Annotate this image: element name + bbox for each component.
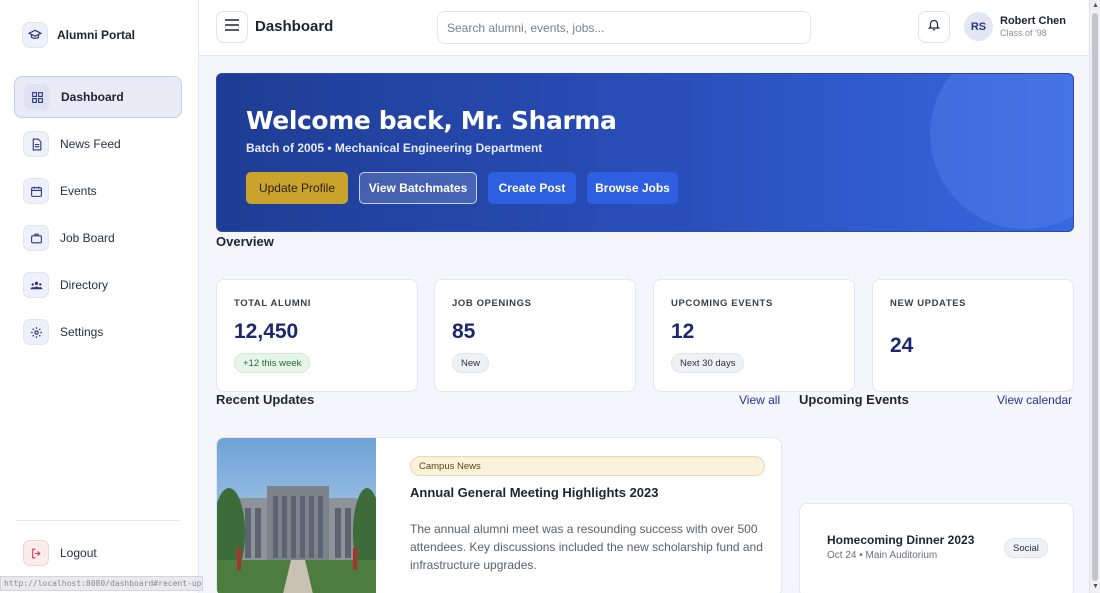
sidebar-item-events[interactable]: Events [14,170,182,212]
sidebar-item-directory[interactable]: Directory [14,264,182,306]
graduation-cap-icon [22,22,48,48]
scroll-down-icon[interactable]: ▼ [1092,583,1099,590]
stat-card-total-alumni[interactable]: TOTAL ALUMNI 12,450 +12 this week [216,279,418,392]
status-badge: Next 30 days [671,353,745,373]
update-body: The annual alumni meet was a resounding … [410,522,763,572]
scroll-thumb[interactable] [1092,13,1098,581]
scrollbar[interactable]: ▲ ▼ [1089,0,1100,593]
scroll-up-icon[interactable]: ▲ [1092,2,1099,9]
search-input[interactable] [437,11,811,44]
sidebar-divider [16,520,180,521]
sidebar: Alumni Portal Dashboard News Feed Events… [0,0,203,593]
sidebar-item-label: Dashboard [61,90,124,104]
stat-value: 12 [671,320,695,343]
menu-toggle-button[interactable] [216,11,248,43]
gear-icon [23,319,49,345]
category-tag: Campus News [410,456,765,476]
batch-subtitle: Batch of 2005 • Mechanical Engineering D… [246,141,543,155]
sidebar-nav: Dashboard News Feed Events Job Board Dir… [14,76,182,358]
event-type-badge: Social [1004,538,1048,558]
stat-card-new-updates[interactable]: NEW UPDATES 24 [872,279,1074,392]
logout-label: Logout [60,546,97,560]
page-title: Dashboard [255,18,334,35]
stat-label: JOB OPENINGS [452,298,532,309]
sidebar-item-label: Settings [60,325,104,339]
hamburger-icon [225,18,239,36]
sidebar-item-news-feed[interactable]: News Feed [14,123,182,165]
logout-icon [23,540,49,566]
sidebar-item-job-board[interactable]: Job Board [14,217,182,259]
top-header: Dashboard RS Robert Chen Class of '98 [199,0,1089,56]
sidebar-item-label: Events [60,184,97,198]
sidebar-item-label: Job Board [60,231,115,245]
update-profile-button[interactable]: Update Profile [246,172,348,204]
sidebar-item-label: Directory [60,278,109,292]
stat-card-job-openings[interactable]: JOB OPENINGS 85 New [434,279,636,392]
view-batchmates-button[interactable]: View Batchmates [359,172,477,204]
bell-icon [927,17,941,37]
calendar-icon [23,178,49,204]
welcome-banner: Welcome back, Mr. Sharma Batch of 2005 •… [216,73,1074,232]
view-all-link[interactable]: View all [739,393,780,407]
create-post-button[interactable]: Create Post [488,172,576,204]
stat-label: UPCOMING EVENTS [671,298,773,309]
stat-value: 85 [452,320,476,343]
sidebar-item-settings[interactable]: Settings [14,311,182,353]
sidebar-item-dashboard[interactable]: Dashboard [14,76,182,118]
brand[interactable]: Alumni Portal [22,22,135,48]
users-icon [23,272,49,298]
status-badge: +12 this week [234,353,311,373]
recent-updates-title: Recent Updates [216,392,315,407]
browse-jobs-button[interactable]: Browse Jobs [587,172,678,204]
banner-decoration [930,74,1073,229]
event-title: Homecoming Dinner 2023 [827,533,975,547]
user-name: Robert Chen [1000,15,1066,27]
avatar[interactable]: RS [964,12,993,41]
stat-label: NEW UPDATES [890,298,967,309]
document-icon [23,131,49,157]
update-title[interactable]: Annual General Meeting Highlights 2023 [410,485,659,500]
upcoming-events-title: Upcoming Events [799,392,909,407]
grid-icon [24,84,50,110]
sidebar-item-label: News Feed [60,137,121,151]
logout-button[interactable]: Logout [14,532,182,574]
view-calendar-link[interactable]: View calendar [997,393,1072,407]
update-card[interactable]: Campus News Annual General Meeting Highl… [216,437,782,593]
status-badge: New [452,353,490,373]
stat-card-upcoming-events[interactable]: UPCOMING EVENTS 12 Next 30 days [653,279,855,392]
stat-value: 24 [890,334,914,357]
event-meta: Oct 24 • Main Auditorium [827,550,938,561]
stat-value: 12,450 [234,320,299,343]
welcome-heading: Welcome back, Mr. Sharma [246,106,617,135]
brand-name: Alumni Portal [57,28,136,42]
stat-label: TOTAL ALUMNI [234,298,312,309]
event-card[interactable]: Homecoming Dinner 2023 Oct 24 • Main Aud… [799,503,1074,593]
status-bar: http://localhost:8080/dashboard#recent-u… [0,576,203,591]
overview-title: Overview [216,234,274,249]
notifications-button[interactable] [918,11,950,43]
campus-building-image [217,438,376,593]
user-class: Class of '98 [1000,28,1047,38]
briefcase-icon [23,225,49,251]
